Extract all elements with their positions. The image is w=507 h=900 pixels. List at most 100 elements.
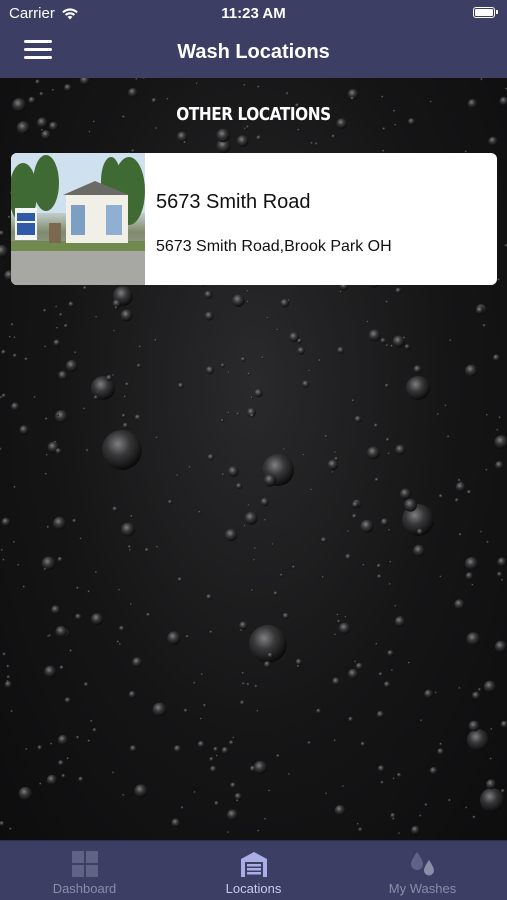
water-drop [279,573,283,577]
water-drop [116,640,120,644]
water-drop [130,514,134,518]
water-drop [318,359,322,362]
water-drop [177,382,184,389]
page-title: Wash Locations [177,41,330,63]
water-drop [416,528,424,536]
status-time: 11:23 AM [221,5,286,22]
water-drop [46,525,50,529]
water-drop [25,748,28,751]
water-drop [171,818,181,828]
water-drop [239,629,243,632]
water-drop [501,578,504,582]
water-drop [358,827,363,832]
tab-dashboard-label: Dashboard [52,881,117,896]
water-drop [155,545,159,549]
water-drop [41,130,51,140]
water-drop [0,447,2,451]
water-drop [58,760,64,766]
water-drop [413,544,425,557]
water-drop [11,402,20,411]
tab-my-washes[interactable]: My Washes [338,841,507,900]
water-drop [118,588,121,592]
water-drop [220,418,224,423]
water-drop [494,640,507,653]
water-drop [249,413,255,418]
water-drop [383,681,391,688]
water-drop [64,84,72,92]
water-drop [155,127,158,130]
water-drop [324,434,328,438]
water-drop [241,682,245,686]
water-drop [316,708,322,714]
water-drop [276,754,280,758]
water-drop [257,829,260,832]
water-drop [41,556,56,571]
water-drop [176,474,179,477]
water-drop [235,483,243,490]
location-card[interactable]: 5673 Smith Road 5673 Smith Road,Brook Pa… [11,153,497,285]
water-drop [215,754,219,757]
water-drop [268,789,271,792]
water-drop [347,668,359,680]
water-drop [46,774,58,786]
water-drop [58,370,68,380]
water-drop [132,657,143,668]
water-drop [183,140,187,144]
water-drop [87,739,91,743]
water-drop [13,485,16,489]
water-drop [500,789,505,793]
garage-icon [240,852,267,877]
water-drop [354,660,357,663]
water-drop [302,453,305,457]
water-drop [230,782,237,789]
water-drop [261,356,264,359]
water-drop [337,346,345,354]
water-drop [225,528,238,542]
water-drop [44,472,48,476]
water-drop [228,740,234,746]
water-drop [144,547,150,553]
water-drop [448,798,452,802]
water-drop [246,289,249,293]
water-drop [118,643,122,646]
water-drop [206,594,212,600]
water-drop [397,772,402,778]
water-drop [209,630,213,634]
water-drop [339,290,342,294]
water-drop [360,519,374,533]
water-drop [254,684,258,689]
water-drop [69,649,73,653]
water-drop [142,78,146,80]
locations-content[interactable]: OTHER LOCATIONS 5673 Smith Road 5673 Smi… [0,78,507,840]
water-drop [348,716,354,722]
water-drop [180,806,184,810]
water-drop [387,650,394,657]
water-drop [404,344,410,350]
water-drop [12,353,17,358]
water-drop [123,395,127,399]
water-drop [134,784,148,798]
water-drop [282,448,286,451]
water-drop [385,437,390,442]
water-drop [263,661,271,668]
tab-locations[interactable]: Locations [169,841,338,900]
water-drop [392,335,405,348]
water-drop [389,560,392,564]
water-drop [111,771,115,774]
water-drop [236,799,239,803]
water-drop [185,634,189,639]
water-drop [128,87,138,98]
water-drop [120,522,135,537]
water-drop [28,96,36,104]
water-drop [9,827,12,831]
water-drop [198,510,201,514]
water-drop [380,337,387,344]
water-drop [8,335,12,339]
water-drop [55,326,59,330]
water-drop [56,413,60,417]
water-drop [497,571,503,577]
water-drop [406,376,430,400]
water-drop [256,709,259,713]
water-drop [467,490,472,495]
tab-dashboard[interactable]: Dashboard [0,841,169,900]
